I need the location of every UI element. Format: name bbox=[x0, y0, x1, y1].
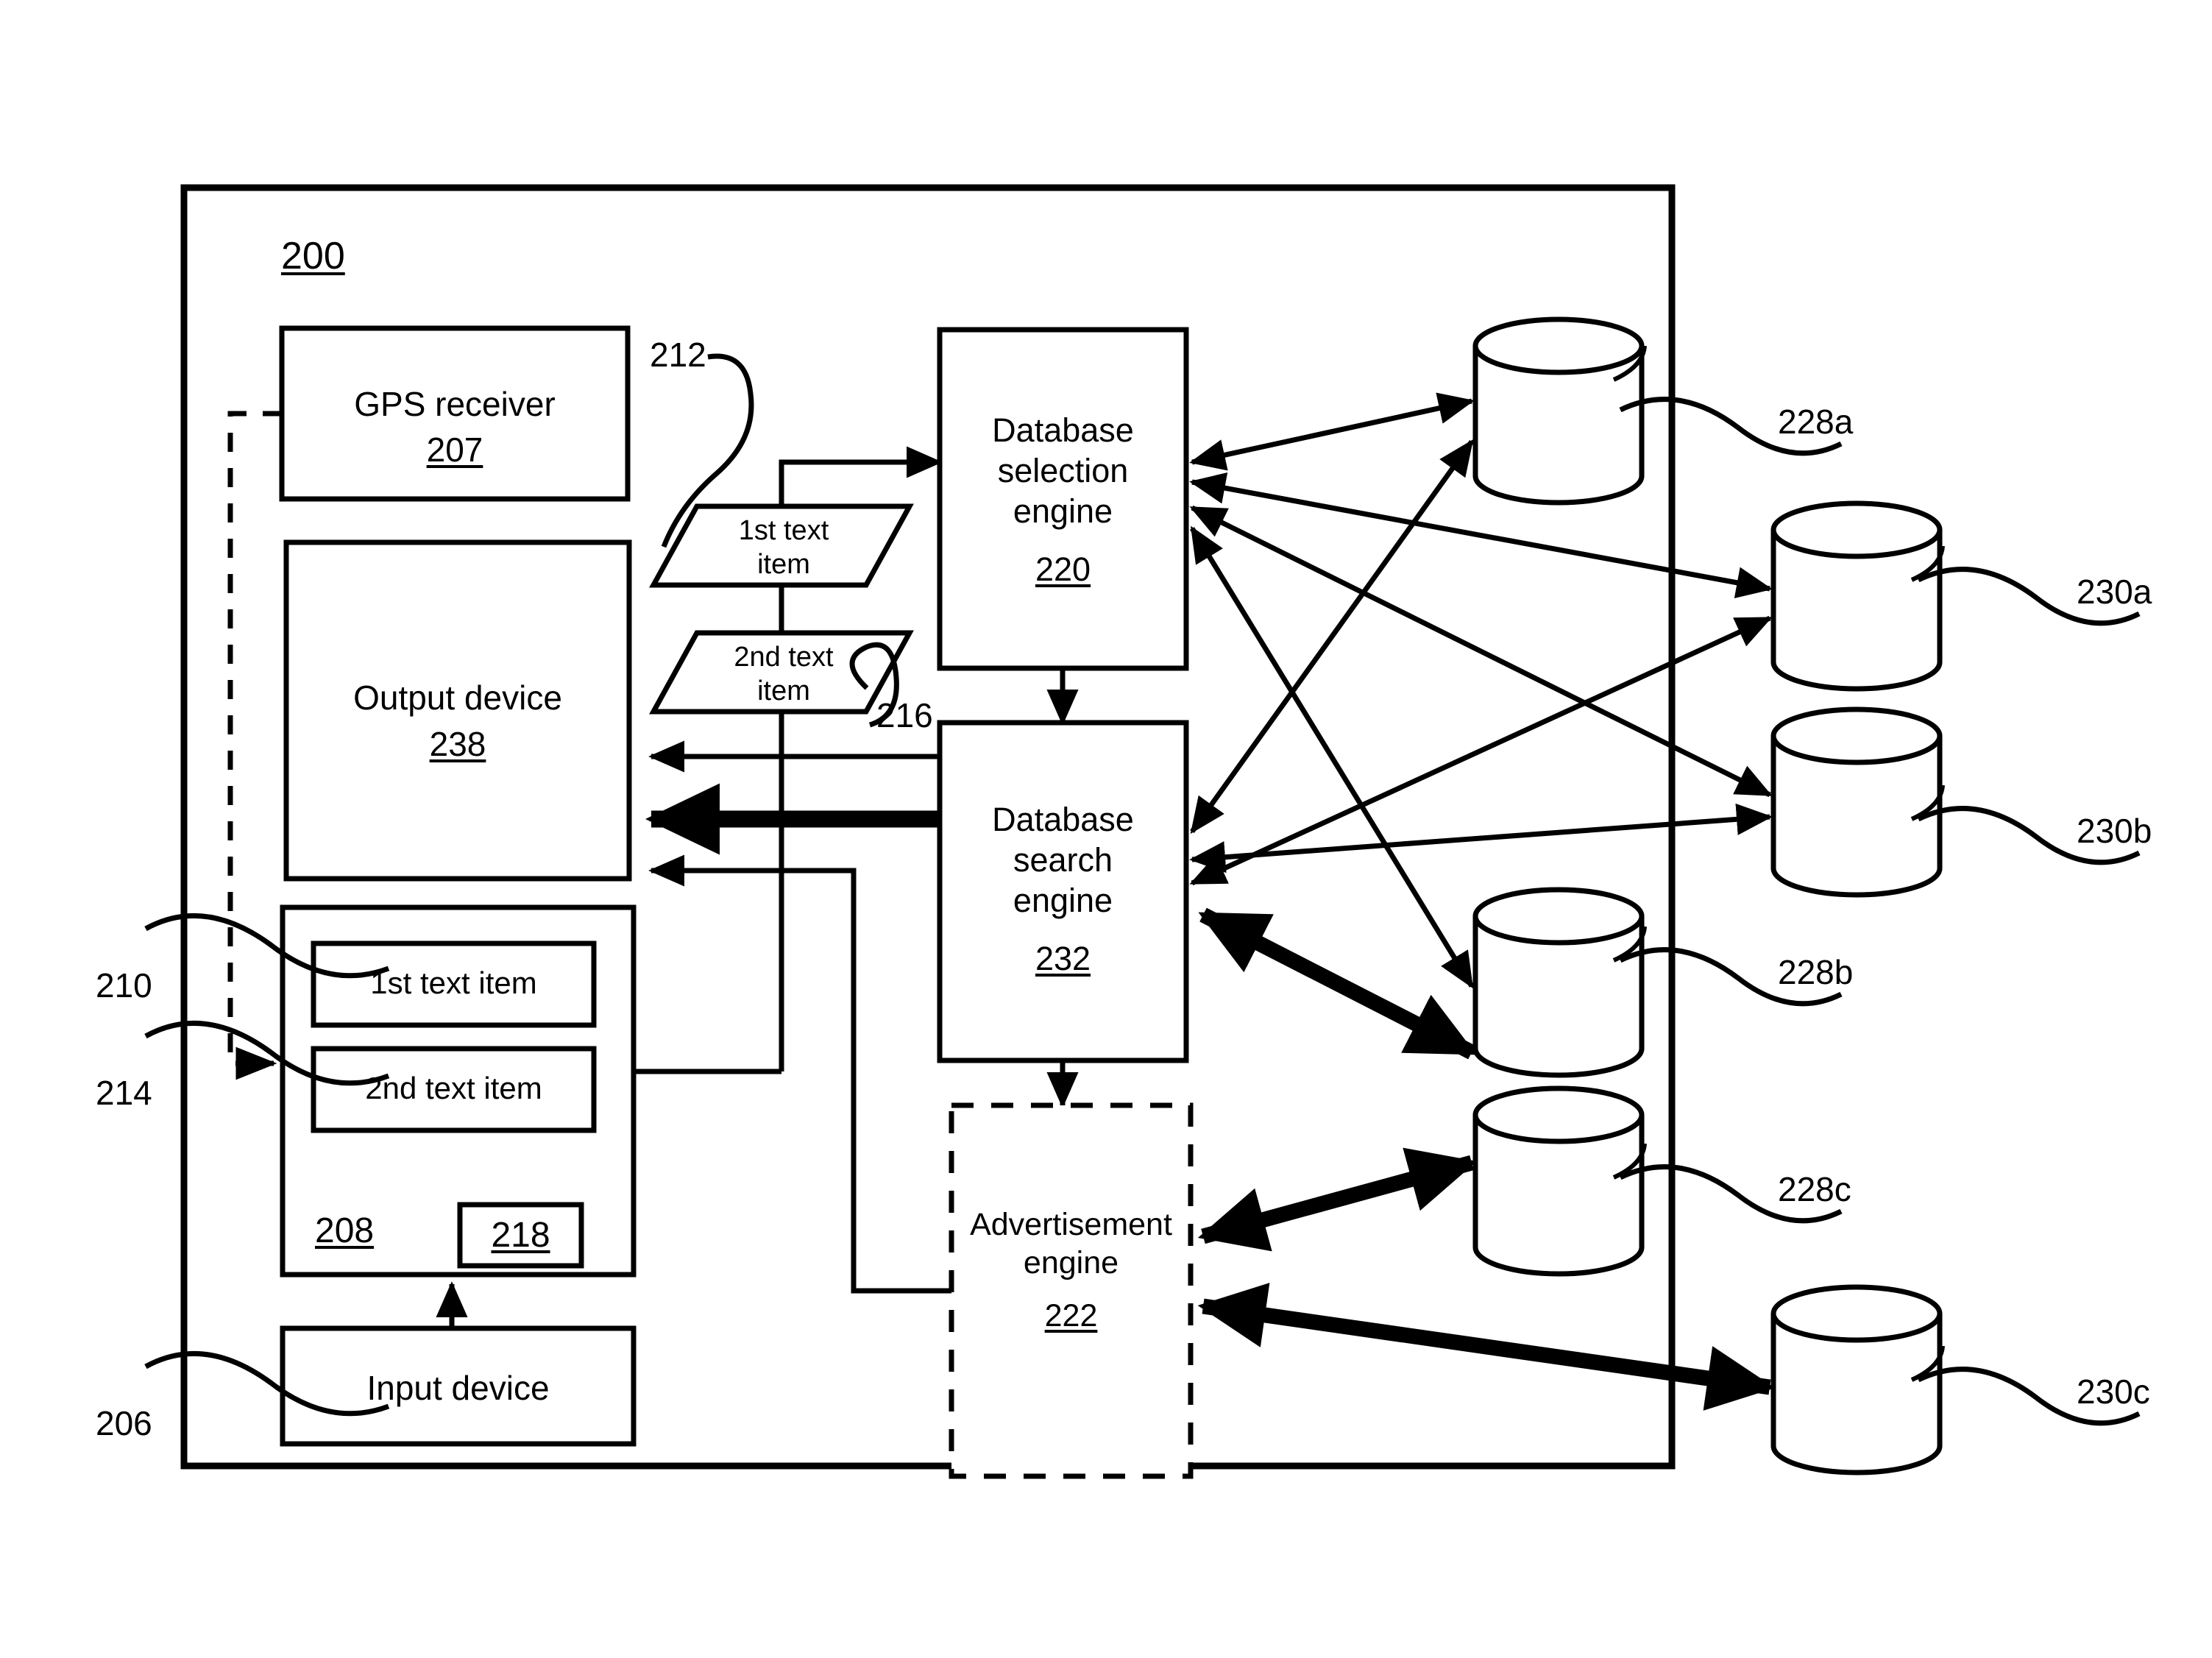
database-selection-engine-box bbox=[937, 327, 1189, 671]
output-device-box bbox=[283, 539, 632, 882]
ref-numeral-210: 210 bbox=[96, 966, 152, 1005]
memory-sub-box-218 bbox=[457, 1202, 584, 1269]
figure-number-200: 200 bbox=[281, 235, 345, 277]
stored-first-text-item-box bbox=[311, 940, 597, 1028]
stored-second-text-item-box bbox=[311, 1046, 597, 1133]
ref-numeral-230a: 230a bbox=[2077, 573, 2152, 611]
selection-engine-to-228b-link bbox=[1190, 525, 1474, 989]
search-engine-to-228b-link bbox=[1198, 907, 1477, 1060]
database-cylinder-228b bbox=[1472, 887, 1647, 1078]
memory-ref-208: 208 bbox=[315, 1211, 375, 1250]
patent-figure-canvas: 200 GPS receiver 207 Output device 238 1… bbox=[0, 0, 2212, 1658]
database-search-engine-box bbox=[937, 720, 1189, 1063]
ref-numeral-228c: 228c bbox=[1778, 1170, 1851, 1208]
ref-numeral-230c: 230c bbox=[2077, 1372, 2150, 1411]
advertisement-engine-to-230c-link bbox=[1197, 1283, 1776, 1411]
input-device-box bbox=[280, 1325, 637, 1447]
gps-receiver-box bbox=[279, 325, 631, 502]
gps-dashed-link bbox=[227, 411, 282, 1080]
ref-numeral-212: 212 bbox=[650, 336, 706, 374]
ref-numeral-216: 216 bbox=[876, 696, 933, 734]
ref-numeral-214: 214 bbox=[96, 1074, 152, 1112]
database-cylinder-228a bbox=[1472, 316, 1647, 506]
search-engine-to-230b-link bbox=[1189, 803, 1773, 874]
ref-numeral-206: 206 bbox=[96, 1404, 152, 1442]
first-text-item-to-selection-engine-arrow bbox=[779, 446, 943, 506]
database-cylinder-228c bbox=[1472, 1085, 1647, 1277]
advertisement-engine-box bbox=[949, 1102, 1194, 1479]
ref-numeral-228a: 228a bbox=[1778, 403, 1854, 441]
database-cylinder-230a bbox=[1770, 500, 1945, 692]
advertisement-engine-to-output-arrow bbox=[648, 854, 951, 1294]
database-cylinder-230b bbox=[1770, 706, 1945, 898]
advertisement-engine-to-228c-link bbox=[1197, 1147, 1478, 1252]
ref-numeral-228b: 228b bbox=[1778, 953, 1854, 991]
selection-engine-to-230a-link bbox=[1189, 472, 1773, 599]
selection-engine-to-228a-link bbox=[1189, 392, 1475, 471]
database-cylinder-230c bbox=[1770, 1284, 1945, 1475]
ref-numeral-230b: 230b bbox=[2077, 812, 2152, 850]
first-text-item-parallelogram bbox=[649, 503, 914, 588]
